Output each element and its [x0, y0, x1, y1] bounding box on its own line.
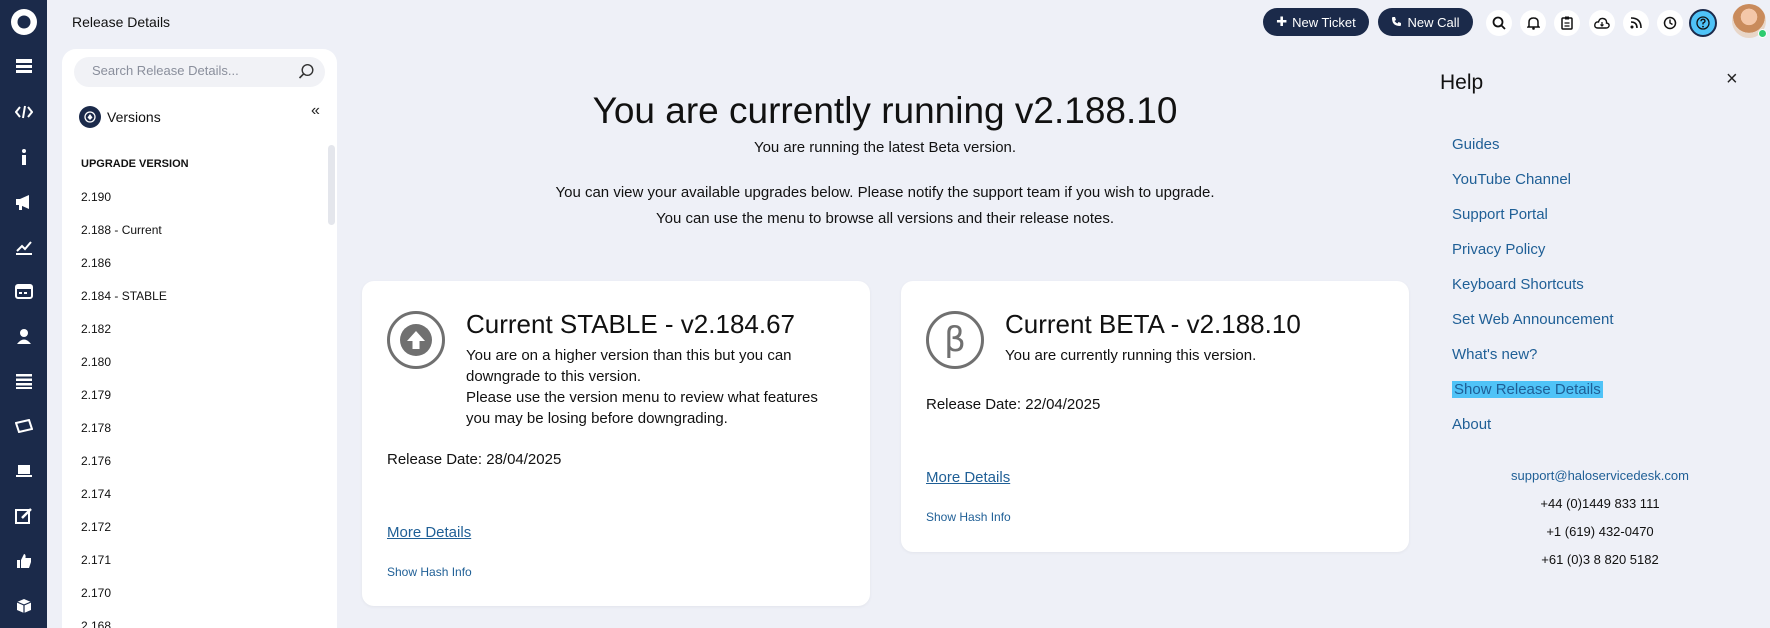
support-email-link[interactable]: support@haloservicedesk.com — [1452, 468, 1748, 483]
highlighted-link-label: Show Release Details — [1452, 381, 1603, 398]
upgrade-arrow-icon — [387, 311, 445, 369]
release-search-input[interactable] — [92, 63, 282, 78]
stable-card-text: Please use the version menu to review wh… — [466, 389, 818, 427]
box-icon[interactable] — [0, 588, 47, 624]
upgrade-info: You can view your available upgrades bel… — [330, 180, 1440, 232]
beta-card-text: You are currently running this version. — [1005, 347, 1257, 364]
clock-icon[interactable] — [1657, 10, 1683, 36]
upgrade-info-line: You can use the menu to browse all versi… — [655, 210, 1115, 227]
help-link-web-announcement[interactable]: Set Web Announcement — [1452, 311, 1614, 346]
logo-icon[interactable] — [0, 2, 47, 42]
new-call-label: New Call — [1407, 14, 1460, 30]
help-link-privacy-policy[interactable]: Privacy Policy — [1452, 241, 1614, 276]
phone-number-uk: +44 (0)1449 833 111 — [1540, 496, 1660, 511]
phone-number-au: +61 (0)3 8 820 5182 — [1541, 552, 1659, 567]
rss-icon[interactable] — [1623, 10, 1649, 36]
version-item[interactable]: 2.170 — [81, 586, 167, 619]
version-item[interactable]: 2.171 — [81, 553, 167, 586]
upgrade-version-heading: UPGRADE VERSION — [81, 158, 189, 170]
help-links: Guides YouTube Channel Support Portal Pr… — [1452, 136, 1614, 451]
new-ticket-label: New Ticket — [1292, 14, 1356, 30]
version-item[interactable]: 2.176 — [81, 454, 167, 487]
info-icon[interactable] — [0, 139, 47, 175]
versions-label: Versions — [107, 109, 161, 125]
beta-card-title: Current BETA - v2.188.10 — [1005, 309, 1301, 339]
list-icon[interactable] — [0, 363, 47, 399]
help-icon[interactable] — [1689, 9, 1717, 37]
bell-icon[interactable] — [1520, 10, 1546, 36]
calendar-icon[interactable] — [0, 273, 47, 309]
version-item[interactable]: 2.179 — [81, 388, 167, 421]
versions-icon — [79, 106, 101, 128]
stable-release-date: Release Date: 28/04/2025 — [387, 451, 562, 468]
collapse-panel-button[interactable]: « — [311, 102, 320, 120]
help-title: Help — [1440, 71, 1484, 94]
help-link-whats-new[interactable]: What's new? — [1452, 346, 1614, 381]
version-item[interactable]: 2.186 — [81, 256, 167, 289]
stable-more-details-link[interactable]: More Details — [387, 524, 471, 541]
version-item[interactable]: 2.172 — [81, 520, 167, 553]
new-ticket-button[interactable]: ✚ New Ticket — [1263, 8, 1369, 36]
page-title: Release Details — [72, 14, 171, 30]
version-item[interactable]: 2.174 — [81, 487, 167, 520]
beta-release-date: Release Date: 22/04/2025 — [926, 396, 1101, 413]
dashboard-icon[interactable] — [0, 48, 47, 84]
version-item[interactable]: 2.190 — [81, 190, 167, 223]
beta-version-card: β Current BETA - v2.188.10 You are curre… — [901, 281, 1409, 552]
code-icon[interactable] — [0, 94, 47, 130]
new-call-button[interactable]: New Call — [1378, 8, 1473, 36]
ticket-icon[interactable] — [0, 408, 47, 444]
stable-card-text: You are on a higher version than this bu… — [466, 347, 792, 385]
version-item[interactable]: 2.184 - STABLE — [81, 289, 167, 322]
search-icon[interactable] — [1486, 10, 1512, 36]
help-link-support-portal[interactable]: Support Portal — [1452, 206, 1614, 241]
top-bar: Release Details ✚ New Ticket New Call — [47, 0, 1770, 44]
search-box — [74, 57, 325, 87]
beta-glyph: β — [944, 320, 966, 360]
help-link-guides[interactable]: Guides — [1452, 136, 1614, 171]
current-version-subtitle: You are running the latest Beta version. — [753, 139, 1017, 156]
beta-icon: β — [926, 311, 984, 369]
stable-show-hash-info-link[interactable]: Show Hash Info — [387, 565, 472, 579]
versions-header[interactable]: Versions — [79, 106, 161, 128]
version-item[interactable]: 2.168 — [81, 619, 167, 628]
help-link-keyboard-shortcuts[interactable]: Keyboard Shortcuts — [1452, 276, 1614, 311]
left-nav-rail — [0, 0, 47, 628]
edit-icon[interactable] — [0, 498, 47, 534]
megaphone-icon[interactable] — [0, 184, 47, 220]
help-link-about[interactable]: About — [1452, 416, 1614, 451]
version-item[interactable]: 2.188 - Current — [81, 223, 167, 256]
version-list: 2.190 2.188 - Current 2.186 2.184 - STAB… — [81, 190, 167, 628]
help-link-youtube[interactable]: YouTube Channel — [1452, 171, 1614, 206]
laptop-icon[interactable] — [0, 453, 47, 489]
help-link-release-details[interactable]: Show Release Details — [1452, 381, 1614, 416]
version-item[interactable]: 2.180 — [81, 355, 167, 388]
phone-number-us: +1 (619) 432-0470 — [1546, 524, 1654, 539]
beta-show-hash-info-link[interactable]: Show Hash Info — [926, 510, 1011, 524]
plus-icon: ✚ — [1276, 14, 1288, 29]
close-icon[interactable]: × — [1726, 68, 1738, 91]
versions-panel: Versions « UPGRADE VERSION 2.190 2.188 -… — [62, 49, 337, 628]
search-icon[interactable] — [298, 63, 315, 85]
current-version-title: You are currently running v2.188.10 — [592, 90, 1178, 131]
clipboard-icon[interactable] — [1554, 10, 1580, 36]
cloud-icon[interactable] — [1589, 10, 1615, 36]
phone-icon — [1391, 15, 1402, 30]
user-icon[interactable] — [0, 318, 47, 354]
beta-more-details-link[interactable]: More Details — [926, 469, 1010, 486]
stable-card-title: Current STABLE - v2.184.67 — [466, 309, 796, 339]
thumbs-up-icon[interactable] — [0, 543, 47, 579]
online-status-dot — [1758, 29, 1767, 38]
chart-icon[interactable] — [0, 229, 47, 265]
stable-version-card: Current STABLE - v2.184.67 You are on a … — [362, 281, 870, 606]
upgrade-info-line: You can view your available upgrades bel… — [555, 184, 1215, 201]
version-item[interactable]: 2.178 — [81, 421, 167, 454]
version-item[interactable]: 2.182 — [81, 322, 167, 355]
